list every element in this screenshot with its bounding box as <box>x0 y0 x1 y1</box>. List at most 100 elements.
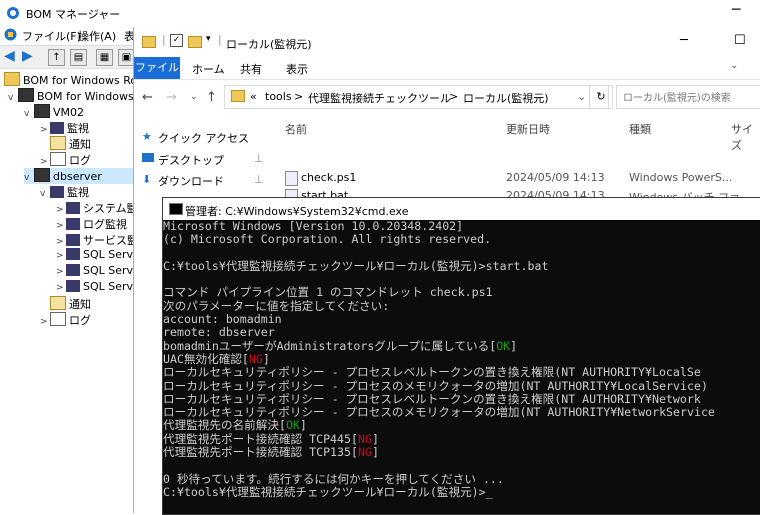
breadcrumb-tools[interactable]: tools <box>265 90 292 103</box>
back-arrow-icon[interactable]: ◀ <box>4 48 15 64</box>
cmd-window-title: 管理者: C:¥Windows¥System32¥cmd.exe <box>185 205 409 218</box>
chevron-down-icon[interactable]: v <box>8 93 18 103</box>
address-input[interactable]: « tools > 代理監視接続チェックツール > ローカル(監視元) ⌄ <box>224 85 609 109</box>
recent-dropdown-icon[interactable]: ⌄ <box>190 92 198 102</box>
chevron-down-icon[interactable]: v <box>24 173 34 183</box>
tree-db-log[interactable]: > ログ <box>40 312 91 328</box>
pin-icon[interactable]: ⊥ <box>254 173 264 186</box>
tree-db-monitor[interactable]: v 監視 <box>40 184 89 200</box>
status-ng: NG <box>248 351 263 366</box>
tree-dbserver[interactable]: v dbserver <box>24 168 140 184</box>
up-arrow-icon[interactable]: ↑ <box>206 90 217 105</box>
bom-window-title: BOM マネージャー <box>26 8 121 21</box>
tree-vm02[interactable]: v VM02 <box>24 104 84 120</box>
tab-share[interactable]: 共有 <box>240 61 262 77</box>
script-file-icon <box>285 171 298 186</box>
console-line: コマンド パイプライン位置 1 のコマンドレット check.ps1 <box>163 285 493 300</box>
breadcrumb-local[interactable]: ローカル(監視元) <box>463 90 549 106</box>
tree-db-system[interactable]: > システム監 <box>56 200 138 216</box>
chevron-down-icon[interactable]: v <box>40 189 50 199</box>
explorer-window-title: ローカル(監視元) <box>226 38 312 51</box>
console-output[interactable]: Microsoft Windows [Version 10.0.20348.24… <box>163 220 760 514</box>
monitor-icon <box>66 218 80 230</box>
cmd-icon <box>169 203 183 215</box>
tab-file[interactable]: ファイル <box>134 57 180 79</box>
console-line: UAC無効化確認[NG] <box>163 351 270 366</box>
ribbon-expand-icon[interactable]: ⌄ <box>730 60 738 71</box>
monitor-icon <box>66 280 80 292</box>
status-ng: NG <box>357 431 372 446</box>
console-line: 代理監視先の名前解決[OK] <box>163 418 307 433</box>
nav-quick-access[interactable]: ★ クイック アクセス <box>142 130 249 146</box>
column-size[interactable]: サイズ <box>731 121 760 153</box>
console-line: ローカルセキュリティポリシー - プロセスのメモリクォータの増加(NT AUTH… <box>163 405 715 420</box>
folder-icon <box>231 90 245 102</box>
properties-icon[interactable]: ▦ <box>96 49 113 66</box>
back-arrow-icon[interactable]: ← <box>142 90 153 105</box>
console-line: 代理監視先ポート接続確認 TCP445[NG] <box>163 431 379 446</box>
tree-db-log-monitor[interactable]: > ログ監視 <box>56 216 127 232</box>
nav-downloads[interactable]: ⬇ ダウンロード ⊥ <box>142 173 298 189</box>
search-input[interactable] <box>621 88 755 108</box>
tree-db-sql1[interactable]: > SQL Serve <box>56 248 140 264</box>
search-box[interactable] <box>616 85 760 109</box>
refresh-icon: ↻ <box>596 90 606 103</box>
explorer-address-bar: ← → ⌄ ↑ « tools > 代理監視接続チェックツール > ローカル(監… <box>134 82 760 112</box>
chevron-right-icon[interactable]: > <box>40 157 50 167</box>
chevron-down-icon[interactable]: v <box>24 109 34 119</box>
log-icon <box>50 152 66 166</box>
nav-desktop[interactable]: デスクトップ ⊥ <box>142 152 298 168</box>
chevron-right-icon[interactable]: > <box>40 125 50 135</box>
folder-icon <box>4 72 20 86</box>
monitor-icon <box>50 186 64 198</box>
file-row-check-ps1[interactable]: check.ps1 2024/05/09 14:13 Windows Power… <box>281 169 760 187</box>
tree-bom-windows[interactable]: v BOM for Windows V <box>8 88 145 104</box>
tree-vm02-log[interactable]: > ログ <box>40 152 91 168</box>
tree-vm02-monitor[interactable]: > 監視 <box>40 120 89 136</box>
monitor-icon <box>66 202 80 214</box>
status-ng: NG <box>357 445 372 460</box>
menu-file[interactable]: ファイル(F) <box>22 28 81 44</box>
tree-db-service[interactable]: > サービス監 <box>56 232 138 248</box>
tree-root[interactable]: BOM for Windows Root <box>4 72 148 88</box>
console-line: (c) Microsoft Corporation. All rights re… <box>163 232 492 247</box>
refresh-button[interactable]: ↻ <box>589 85 613 109</box>
show-tree-icon[interactable]: ▤ <box>70 49 87 66</box>
bom-minimize-button[interactable]: ─ <box>732 2 740 18</box>
tree-db-sql3[interactable]: > SQL Serve <box>56 280 140 296</box>
desktop-icon <box>142 153 154 162</box>
forward-arrow-icon[interactable]: → <box>166 90 177 105</box>
bom-toolbar: ◀ ▶ ↑ ▤ ▦ ▣ <box>0 45 140 69</box>
tree-db-notify[interactable]: 通知 <box>40 296 91 312</box>
console-line: 代理監視先ポート接続確認 TCP135[NG] <box>163 445 379 460</box>
explorer-ribbon-tabs: ファイル ホーム 共有 表示 ⌄ <box>134 57 760 80</box>
breadcrumb-checktool[interactable]: 代理監視接続チェックツール <box>308 90 451 106</box>
computer-icon <box>18 88 34 102</box>
monitor-icon <box>50 122 64 134</box>
properties-checkbox-icon[interactable]: ✓ <box>170 34 183 47</box>
pin-icon[interactable]: ⊥ <box>254 152 264 165</box>
new-folder-icon[interactable] <box>188 36 202 48</box>
address-dropdown-icon[interactable]: ⌄ <box>577 90 586 103</box>
explorer-maximize-button[interactable]: ☐ <box>734 33 746 48</box>
console-line: ローカルセキュリティポリシー - プロセスレベルトークンの置き換え権限(NT A… <box>163 365 701 380</box>
tree-vm02-notify[interactable]: 通知 <box>40 136 91 152</box>
column-type[interactable]: 種類 <box>629 121 651 137</box>
monitor-icon <box>66 248 80 260</box>
forward-arrow-icon[interactable]: ▶ <box>22 48 33 64</box>
explorer-minimize-button[interactable]: ─ <box>680 33 688 48</box>
column-date[interactable]: 更新日時 <box>506 121 550 137</box>
tab-home[interactable]: ホーム <box>192 61 225 77</box>
tab-view[interactable]: 表示 <box>286 61 308 77</box>
up-folder-icon[interactable]: ↑ <box>48 49 65 66</box>
console-line: C:¥tools¥代理監視接続チェックツール¥ローカル(監視元)>start.b… <box>163 258 549 273</box>
column-name[interactable]: 名前 <box>285 121 307 137</box>
console-line: account: bomadmin <box>163 312 282 327</box>
qat-dropdown-icon[interactable]: ▾ <box>206 34 211 44</box>
log-icon <box>50 312 66 326</box>
tree-db-sql2[interactable]: > SQL Serve <box>56 264 140 280</box>
monitor-icon <box>66 234 80 246</box>
menu-action[interactable]: 操作(A) <box>78 28 116 44</box>
